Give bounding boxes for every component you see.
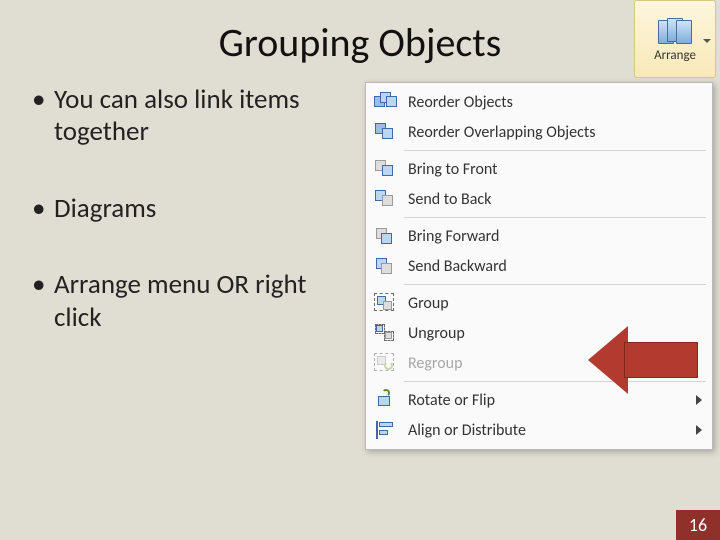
- bullet-item: You can also link items together: [32, 84, 352, 149]
- menu-item-label: Send Backward: [408, 257, 507, 276]
- menu-item-label: Ungroup: [408, 324, 465, 343]
- menu-item-label: Group: [408, 294, 449, 313]
- arrange-button-label: Arrange: [654, 48, 696, 63]
- reorder-overlap-icon: [372, 120, 400, 144]
- menu-bring-forward[interactable]: Bring Forward: [368, 221, 710, 251]
- ungroup-icon: [372, 321, 400, 345]
- submenu-arrow-icon: [696, 395, 702, 405]
- submenu-arrow-icon: [696, 425, 702, 435]
- group-icon: [372, 291, 400, 315]
- bring-front-icon: [372, 157, 400, 181]
- bullet-item: Diagrams: [32, 193, 352, 225]
- bullet-list: You can also link items together Diagram…: [32, 84, 352, 378]
- reorder-icon: [372, 90, 400, 114]
- send-back-icon: [372, 187, 400, 211]
- arrange-button[interactable]: Arrange: [634, 0, 716, 78]
- menu-item-label: Reorder Objects: [408, 93, 513, 112]
- arrange-menu: Reorder Objects Reorder Overlapping Obje…: [365, 82, 713, 450]
- bring-forward-icon: [372, 224, 400, 248]
- dropdown-caret-icon: [703, 39, 711, 43]
- menu-send-to-back[interactable]: Send to Back: [368, 184, 710, 214]
- menu-item-label: Bring to Front: [408, 160, 498, 179]
- menu-item-label: Rotate or Flip: [408, 391, 495, 410]
- rotate-icon: [372, 388, 400, 412]
- menu-item-label: Bring Forward: [408, 227, 499, 246]
- arrange-icon: [658, 16, 692, 46]
- menu-item-label: Regroup: [408, 354, 462, 373]
- menu-item-label: Send to Back: [408, 190, 491, 209]
- menu-separator: [404, 284, 706, 285]
- menu-reorder-objects[interactable]: Reorder Objects: [368, 87, 710, 117]
- menu-item-label: Align or Distribute: [408, 421, 526, 440]
- menu-group[interactable]: Group: [368, 288, 710, 318]
- menu-separator: [404, 150, 706, 151]
- regroup-icon: [372, 351, 400, 375]
- send-backward-icon: [372, 254, 400, 278]
- align-icon: [372, 418, 400, 442]
- bullet-item: Arrange menu OR right click: [32, 269, 352, 334]
- page-title: Grouping Objects: [0, 18, 720, 67]
- menu-align-or-distribute[interactable]: Align or Distribute: [368, 415, 710, 445]
- page-number: 16: [676, 510, 720, 540]
- menu-bring-to-front[interactable]: Bring to Front: [368, 154, 710, 184]
- menu-reorder-overlapping[interactable]: Reorder Overlapping Objects: [368, 117, 710, 147]
- menu-send-backward[interactable]: Send Backward: [368, 251, 710, 281]
- menu-separator: [404, 217, 706, 218]
- menu-item-label: Reorder Overlapping Objects: [408, 123, 595, 142]
- callout-arrow-icon: [588, 326, 698, 394]
